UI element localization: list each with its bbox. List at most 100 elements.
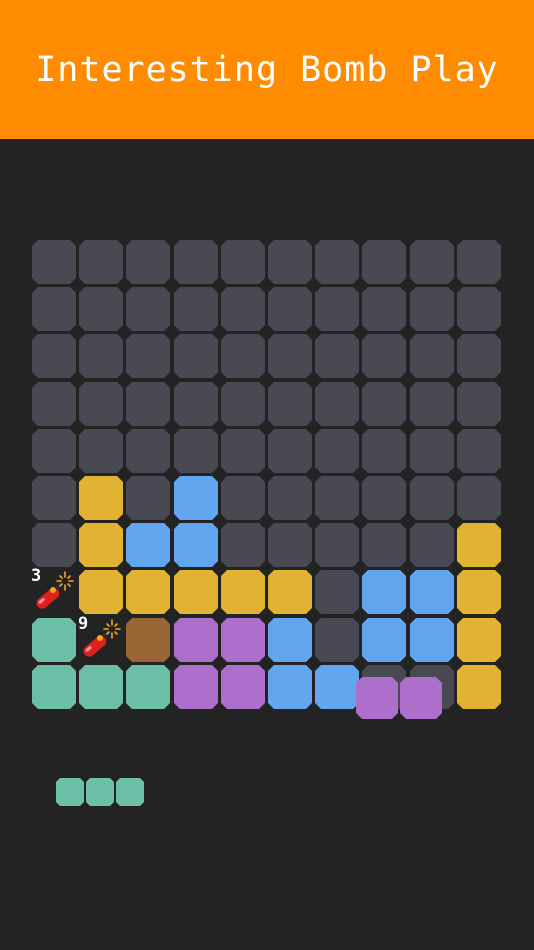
empty-cell[interactable] [268,429,312,473]
empty-cell[interactable] [174,287,218,331]
empty-cell[interactable] [457,429,501,473]
empty-cell[interactable] [79,429,123,473]
empty-cell[interactable] [221,240,265,284]
empty-cell[interactable] [410,382,454,426]
empty-cell[interactable] [32,240,76,284]
empty-cell[interactable] [79,382,123,426]
empty-cell[interactable] [174,382,218,426]
empty-cell[interactable] [362,476,406,520]
empty-cell[interactable] [79,240,123,284]
empty-cell[interactable] [315,382,359,426]
empty-cell[interactable] [79,334,123,378]
empty-cell[interactable] [126,476,170,520]
blue-block[interactable] [410,618,454,662]
empty-cell[interactable] [268,523,312,567]
game-board[interactable]: 39 [0,0,534,950]
empty-cell[interactable] [32,287,76,331]
empty-cell[interactable] [221,476,265,520]
empty-cell[interactable] [362,334,406,378]
yellow-block[interactable] [268,570,312,614]
empty-cell[interactable] [410,334,454,378]
empty-cell[interactable] [315,570,359,614]
empty-cell[interactable] [126,240,170,284]
bomb-cell[interactable]: 9 [78,614,124,662]
yellow-block[interactable] [221,570,265,614]
teal-block[interactable] [79,665,123,709]
blue-block[interactable] [126,523,170,567]
yellow-block[interactable] [79,476,123,520]
blue-block[interactable] [268,665,312,709]
empty-cell[interactable] [221,382,265,426]
blue-block[interactable] [410,570,454,614]
empty-cell[interactable] [362,523,406,567]
yellow-block[interactable] [126,570,170,614]
yellow-block[interactable] [79,523,123,567]
empty-cell[interactable] [32,523,76,567]
empty-cell[interactable] [221,287,265,331]
empty-cell[interactable] [410,429,454,473]
blue-block[interactable] [174,476,218,520]
purple-block[interactable] [221,618,265,662]
yellow-block[interactable] [457,570,501,614]
empty-cell[interactable] [457,334,501,378]
purple-block[interactable] [221,665,265,709]
blue-block[interactable] [315,665,359,709]
empty-cell[interactable] [126,429,170,473]
empty-cell[interactable] [221,429,265,473]
empty-cell[interactable] [362,382,406,426]
empty-cell[interactable] [315,618,359,662]
empty-cell[interactable] [315,429,359,473]
empty-cell[interactable] [174,429,218,473]
empty-cell[interactable] [410,523,454,567]
empty-cell[interactable] [457,382,501,426]
empty-cell[interactable] [362,240,406,284]
empty-cell[interactable] [315,287,359,331]
next-piece-block[interactable] [56,778,84,806]
empty-cell[interactable] [174,334,218,378]
brown-block[interactable] [126,618,170,662]
empty-cell[interactable] [362,429,406,473]
empty-cell[interactable] [126,382,170,426]
teal-block[interactable] [32,618,76,662]
empty-cell[interactable] [362,287,406,331]
empty-cell[interactable] [315,523,359,567]
empty-cell[interactable] [268,382,312,426]
empty-cell[interactable] [221,334,265,378]
yellow-block[interactable] [457,523,501,567]
empty-cell[interactable] [410,240,454,284]
empty-cell[interactable] [315,476,359,520]
bomb-cell[interactable]: 3 [31,566,77,614]
yellow-block[interactable] [457,618,501,662]
empty-cell[interactable] [457,287,501,331]
purple-block[interactable] [174,618,218,662]
teal-block[interactable] [126,665,170,709]
blue-block[interactable] [268,618,312,662]
blue-block[interactable] [174,523,218,567]
empty-cell[interactable] [32,382,76,426]
empty-cell[interactable] [126,334,170,378]
empty-cell[interactable] [410,287,454,331]
yellow-block[interactable] [457,665,501,709]
empty-cell[interactable] [457,476,501,520]
dragged-block[interactable] [400,677,442,719]
empty-cell[interactable] [315,240,359,284]
empty-cell[interactable] [268,334,312,378]
dragged-block[interactable] [356,677,398,719]
blue-block[interactable] [362,570,406,614]
empty-cell[interactable] [221,523,265,567]
purple-block[interactable] [174,665,218,709]
empty-cell[interactable] [32,334,76,378]
empty-cell[interactable] [315,334,359,378]
empty-cell[interactable] [79,287,123,331]
empty-cell[interactable] [174,240,218,284]
yellow-block[interactable] [79,570,123,614]
empty-cell[interactable] [268,476,312,520]
empty-cell[interactable] [410,476,454,520]
empty-cell[interactable] [32,476,76,520]
yellow-block[interactable] [174,570,218,614]
next-piece-block[interactable] [86,778,114,806]
empty-cell[interactable] [457,240,501,284]
teal-block[interactable] [32,665,76,709]
empty-cell[interactable] [268,240,312,284]
blue-block[interactable] [362,618,406,662]
